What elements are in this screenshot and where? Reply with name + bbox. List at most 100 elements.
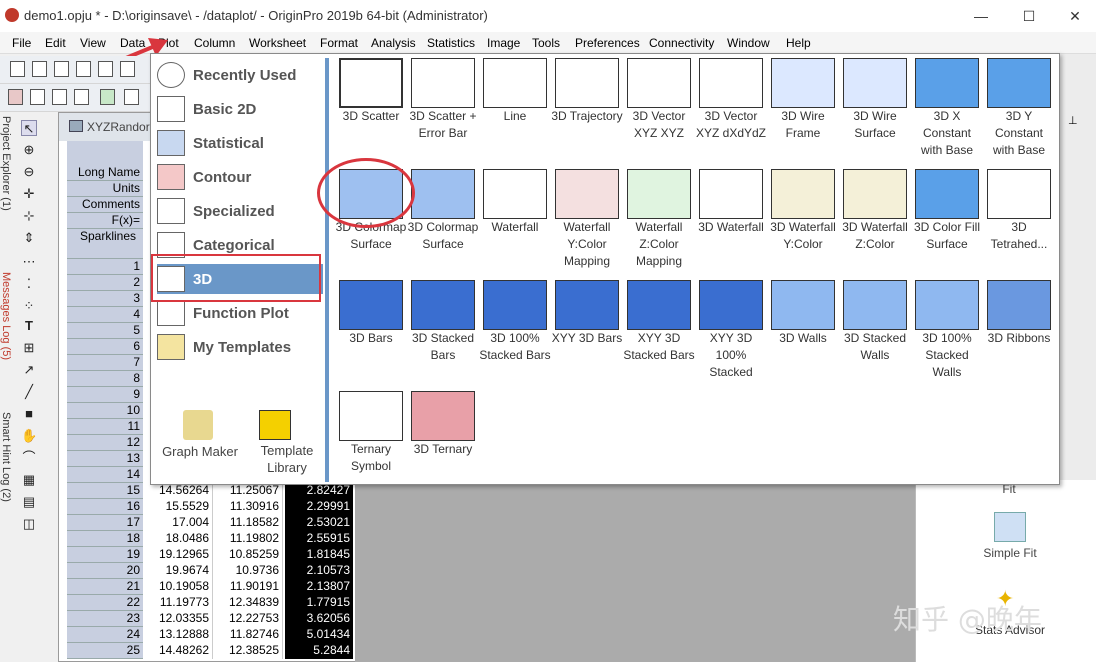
arrow-tool-icon[interactable]: ↗ [21, 362, 37, 378]
cell-col-c[interactable]: 5.2844 [285, 643, 353, 659]
template-xyy-3d-100-stacked[interactable]: XYY 3D 100% Stacked [695, 278, 767, 388]
menu-file[interactable]: File [12, 36, 31, 50]
row-header[interactable]: 10 [67, 403, 143, 419]
cell-col-c[interactable]: 2.53021 [285, 515, 353, 531]
row-header[interactable]: 23 [67, 611, 143, 627]
template-3d-vector-xyz-xyz[interactable]: 3D Vector XYZ XYZ [623, 56, 695, 166]
menu-image[interactable]: Image [487, 36, 520, 50]
template-3d-vector-xyz-dxdydz[interactable]: 3D Vector XYZ dXdYdZ [695, 56, 767, 166]
simple-fit-icon[interactable] [994, 512, 1026, 542]
template-library-icon[interactable] [259, 410, 291, 440]
row-header[interactable]: 21 [67, 579, 143, 595]
row-header[interactable]: 17 [67, 515, 143, 531]
cell-col-a[interactable]: 18.0486 [143, 531, 213, 547]
graph-maker-icon[interactable] [183, 410, 213, 440]
cell-col-a[interactable]: 19.12965 [143, 547, 213, 563]
template-3d-waterfall-z-color[interactable]: 3D Waterfall Z:Color [839, 167, 911, 277]
template-waterfall-z-color[interactable]: Waterfall Z:Color Mapping [623, 167, 695, 277]
cell-col-c[interactable]: 3.62056 [285, 611, 353, 627]
menu-format[interactable]: Format [320, 36, 358, 50]
row-header[interactable]: 16 [67, 499, 143, 515]
menu-window[interactable]: Window [727, 36, 770, 50]
line-tool-icon[interactable]: ╱ [21, 384, 37, 400]
cell-col-b[interactable]: 11.30916 [213, 499, 283, 515]
template-3d-walls[interactable]: 3D Walls [767, 278, 839, 388]
template-3d-stacked-bars[interactable]: 3D Stacked Bars [407, 278, 479, 388]
cell-col-a[interactable]: 17.004 [143, 515, 213, 531]
header-sparklines[interactable]: Sparklines [67, 229, 143, 259]
insert-graph-icon[interactable]: ▦ [21, 472, 37, 488]
cell-col-c[interactable]: 2.10573 [285, 563, 353, 579]
cell-col-c[interactable]: 2.29991 [285, 499, 353, 515]
menu-statistics[interactable]: Statistics [427, 36, 475, 50]
template-3d-wire-frame[interactable]: 3D Wire Frame [767, 56, 839, 166]
row-header[interactable]: 12 [67, 435, 143, 451]
template-3d-colormap-surface-2[interactable]: 3D Colormap Surface [407, 167, 479, 277]
cell-col-a[interactable]: 14.56264 [143, 483, 213, 499]
project-explorer-tab[interactable]: Project Explorer (1) [0, 116, 12, 211]
set-column-icon[interactable] [30, 89, 45, 105]
template-3d-100-stacked-bars[interactable]: 3D 100% Stacked Bars [479, 278, 551, 388]
rectangle-tool-icon[interactable]: ■ [21, 406, 37, 422]
template-3d-ternary[interactable]: 3D Ternary [407, 389, 479, 499]
template-waterfall[interactable]: Waterfall [479, 167, 551, 277]
header-fx[interactable]: F(x)= [67, 213, 143, 229]
cell-col-b[interactable]: 10.85259 [213, 547, 283, 563]
row-header[interactable]: 13 [67, 451, 143, 467]
cylinder-icon[interactable]: ◫ [21, 516, 37, 532]
cell-col-a[interactable]: 13.12888 [143, 627, 213, 643]
add-column-icon[interactable] [8, 89, 23, 105]
mask-points-icon[interactable]: ⁚ [21, 276, 37, 292]
menu-worksheet[interactable]: Worksheet [249, 36, 306, 50]
new-matrix-icon[interactable] [76, 61, 91, 77]
header-units[interactable]: Units [67, 181, 143, 197]
cell-col-a[interactable]: 14.48262 [143, 643, 213, 659]
minimize-button[interactable]: — [958, 0, 1004, 32]
row-header[interactable]: 8 [67, 371, 143, 387]
category-function-plot[interactable]: Function Plot [157, 298, 323, 328]
region-tool-icon[interactable]: ⌒ [21, 450, 37, 466]
row-header[interactable]: 9 [67, 387, 143, 403]
row-header[interactable]: 4 [67, 307, 143, 323]
row-header[interactable]: 20 [67, 563, 143, 579]
pin-icon[interactable]: ⊥ [1068, 114, 1078, 127]
cell-col-b[interactable]: 12.34839 [213, 595, 283, 611]
category-basic-2d[interactable]: Basic 2D [157, 94, 323, 124]
row-header[interactable]: 2 [67, 275, 143, 291]
region-mask-icon[interactable]: ⁘ [21, 298, 37, 314]
text-tool-icon[interactable]: T [21, 318, 37, 334]
template-3d-wire-surface[interactable]: 3D Wire Surface [839, 56, 911, 166]
cell-col-a[interactable]: 12.03355 [143, 611, 213, 627]
cell-col-c[interactable]: 2.13807 [285, 579, 353, 595]
pan-hand-icon[interactable]: ✋ [21, 428, 37, 444]
cell-col-b[interactable]: 11.18582 [213, 515, 283, 531]
row-header[interactable]: 7 [67, 355, 143, 371]
zoom-out-icon[interactable]: ⊖ [21, 164, 37, 180]
template-3d-bars[interactable]: 3D Bars [335, 278, 407, 388]
zoom-in-icon[interactable]: ⊕ [21, 142, 37, 158]
cell-col-a[interactable]: 15.5529 [143, 499, 213, 515]
menu-preferences[interactable]: Preferences [575, 36, 640, 50]
row-header[interactable]: 1 [67, 259, 143, 275]
menu-analysis[interactable]: Analysis [371, 36, 416, 50]
corner-cell[interactable] [67, 141, 143, 165]
simple-fit-label[interactable]: Simple Fit [966, 546, 1054, 560]
template-3d-x-constant-base[interactable]: 3D X Constant with Base [911, 56, 983, 166]
cell-col-b[interactable]: 11.90191 [213, 579, 283, 595]
menu-connectivity[interactable]: Connectivity [649, 36, 714, 50]
cell-col-b[interactable]: 11.82746 [213, 627, 283, 643]
row-header[interactable]: 22 [67, 595, 143, 611]
template-3d-waterfall-y-color[interactable]: 3D Waterfall Y:Color [767, 167, 839, 277]
row-header[interactable]: 3 [67, 291, 143, 307]
cell-col-a[interactable]: 19.9674 [143, 563, 213, 579]
row-header[interactable]: 11 [67, 419, 143, 435]
template-3d-stacked-walls[interactable]: 3D Stacked Walls [839, 278, 911, 388]
new-worksheet-icon[interactable] [54, 61, 69, 77]
pointer-tool-icon[interactable]: ↖ [21, 120, 37, 136]
template-3d-y-constant-base[interactable]: 3D Y Constant with Base [983, 56, 1055, 166]
cell-col-b[interactable]: 11.19802 [213, 531, 283, 547]
row-header[interactable]: 24 [67, 627, 143, 643]
template-library-label[interactable]: Template Library [247, 442, 327, 476]
maximize-button[interactable]: ☐ [1006, 0, 1052, 32]
template-3d-trajectory[interactable]: 3D Trajectory [551, 56, 623, 166]
